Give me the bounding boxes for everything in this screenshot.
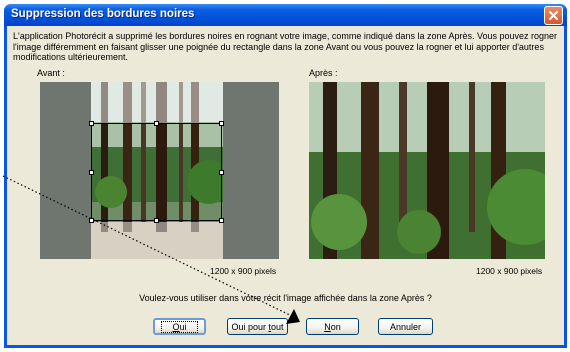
yes-mnemonic: O — [172, 321, 180, 332]
yes-all-label-pre: Oui pour — [231, 321, 269, 332]
window-title: Suppression des bordures noires — [11, 8, 195, 20]
yes-all-label-post: out — [271, 321, 284, 332]
crop-rectangle[interactable] — [89, 121, 224, 223]
close-icon — [549, 11, 558, 20]
question-text: Voulez-vous utiliser dans votre récit l'… — [139, 293, 432, 303]
title-bar[interactable]: Suppression des bordures noires — [4, 4, 567, 26]
before-preview[interactable] — [40, 82, 279, 259]
crop-handle-top-right[interactable] — [219, 121, 224, 126]
no-button[interactable]: Non — [306, 318, 359, 335]
after-size: 1200 x 900 pixels — [476, 266, 543, 276]
dialog-window: Suppression des bordures noires L'applic… — [4, 4, 567, 348]
before-size: 1200 x 900 pixels — [210, 266, 277, 276]
crop-handle-bottom-left[interactable] — [89, 218, 94, 223]
yes-to-all-button[interactable]: Oui pour t out — [227, 318, 288, 335]
before-label: Avant : — [37, 68, 65, 78]
crop-handle-right[interactable] — [219, 170, 224, 175]
no-label-post: on — [330, 321, 341, 332]
yes-button[interactable]: Oui — [153, 318, 206, 335]
crop-handle-bottom-right[interactable] — [219, 218, 224, 223]
crop-handle-top[interactable] — [154, 121, 159, 126]
dialog-body: L'application Photorécit a supprimé les … — [7, 26, 564, 345]
intro-text: L'application Photorécit a supprimé les … — [13, 31, 558, 62]
after-label: Après : — [309, 68, 338, 78]
crop-handle-bottom[interactable] — [154, 218, 159, 223]
cancel-button[interactable]: Annuler — [378, 318, 433, 335]
crop-handle-top-left[interactable] — [89, 121, 94, 126]
forest-image-after — [309, 82, 545, 259]
yes-button-focus: Oui — [161, 320, 198, 333]
crop-handle-left[interactable] — [89, 170, 94, 175]
yes-label-post: ui — [179, 321, 187, 332]
after-preview — [309, 82, 545, 259]
close-button[interactable] — [544, 6, 563, 25]
